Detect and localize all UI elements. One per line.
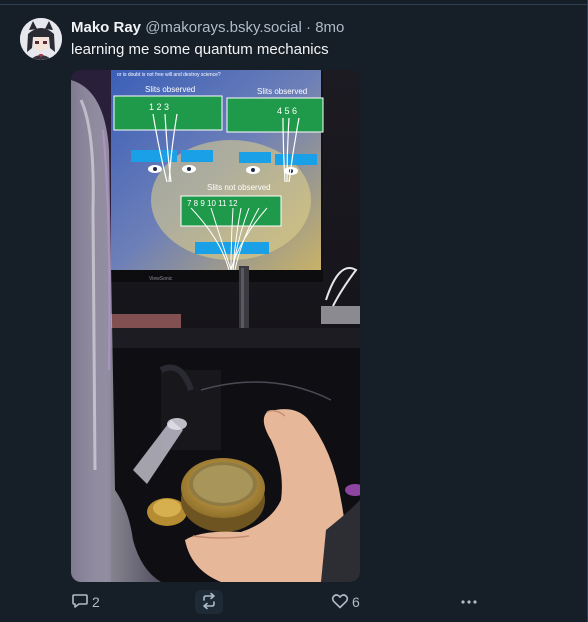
repost-arrows-icon: [200, 592, 218, 613]
heart-outline-icon: [331, 592, 349, 613]
separator-dot: ·: [306, 19, 312, 36]
divider: [0, 4, 588, 5]
like-button[interactable]: 6: [331, 591, 360, 613]
slide-right-numbers: 4 5 6: [277, 106, 297, 116]
avatar-illustration: [20, 18, 62, 60]
reply-count: 2: [92, 594, 100, 610]
reply-button[interactable]: 2: [71, 591, 100, 613]
author-handle[interactable]: @makorays.bsky.social: [145, 19, 302, 36]
avatar[interactable]: [20, 18, 62, 60]
slide-right-title: Slits observed: [257, 87, 307, 96]
slide-left-numbers: 1 2 3: [149, 102, 169, 112]
slide-left-title: Slits observed: [145, 85, 195, 94]
slide-bottom-numbers: 7 8 9 10 11 12: [187, 199, 238, 208]
post-header: Mako Ray @makorays.bsky.social · 8mo: [71, 18, 344, 38]
slide-bottom-title: Slits not observed: [207, 183, 271, 192]
ellipsis-icon: [459, 592, 479, 613]
like-count: 6: [352, 594, 360, 610]
author-display-name[interactable]: Mako Ray: [71, 19, 141, 36]
more-options-button[interactable]: [459, 591, 479, 613]
post-text: learning me some quantum mechanics: [71, 41, 329, 58]
post-image[interactable]: or is doubt is not free will and destroy…: [71, 70, 360, 582]
monitor-brand: ViewSonic: [149, 276, 173, 282]
repost-button[interactable]: [195, 590, 223, 614]
post-actions: 2 6: [71, 590, 511, 614]
post-view: Mako Ray @makorays.bsky.social · 8mo lea…: [0, 0, 588, 622]
speech-bubble-icon: [71, 592, 89, 613]
photo-quantum-slide: or is doubt is not free will and destroy…: [71, 70, 360, 582]
slide-heading: or is doubt is not free will and destroy…: [117, 72, 221, 78]
post-timestamp[interactable]: 8mo: [315, 19, 344, 36]
